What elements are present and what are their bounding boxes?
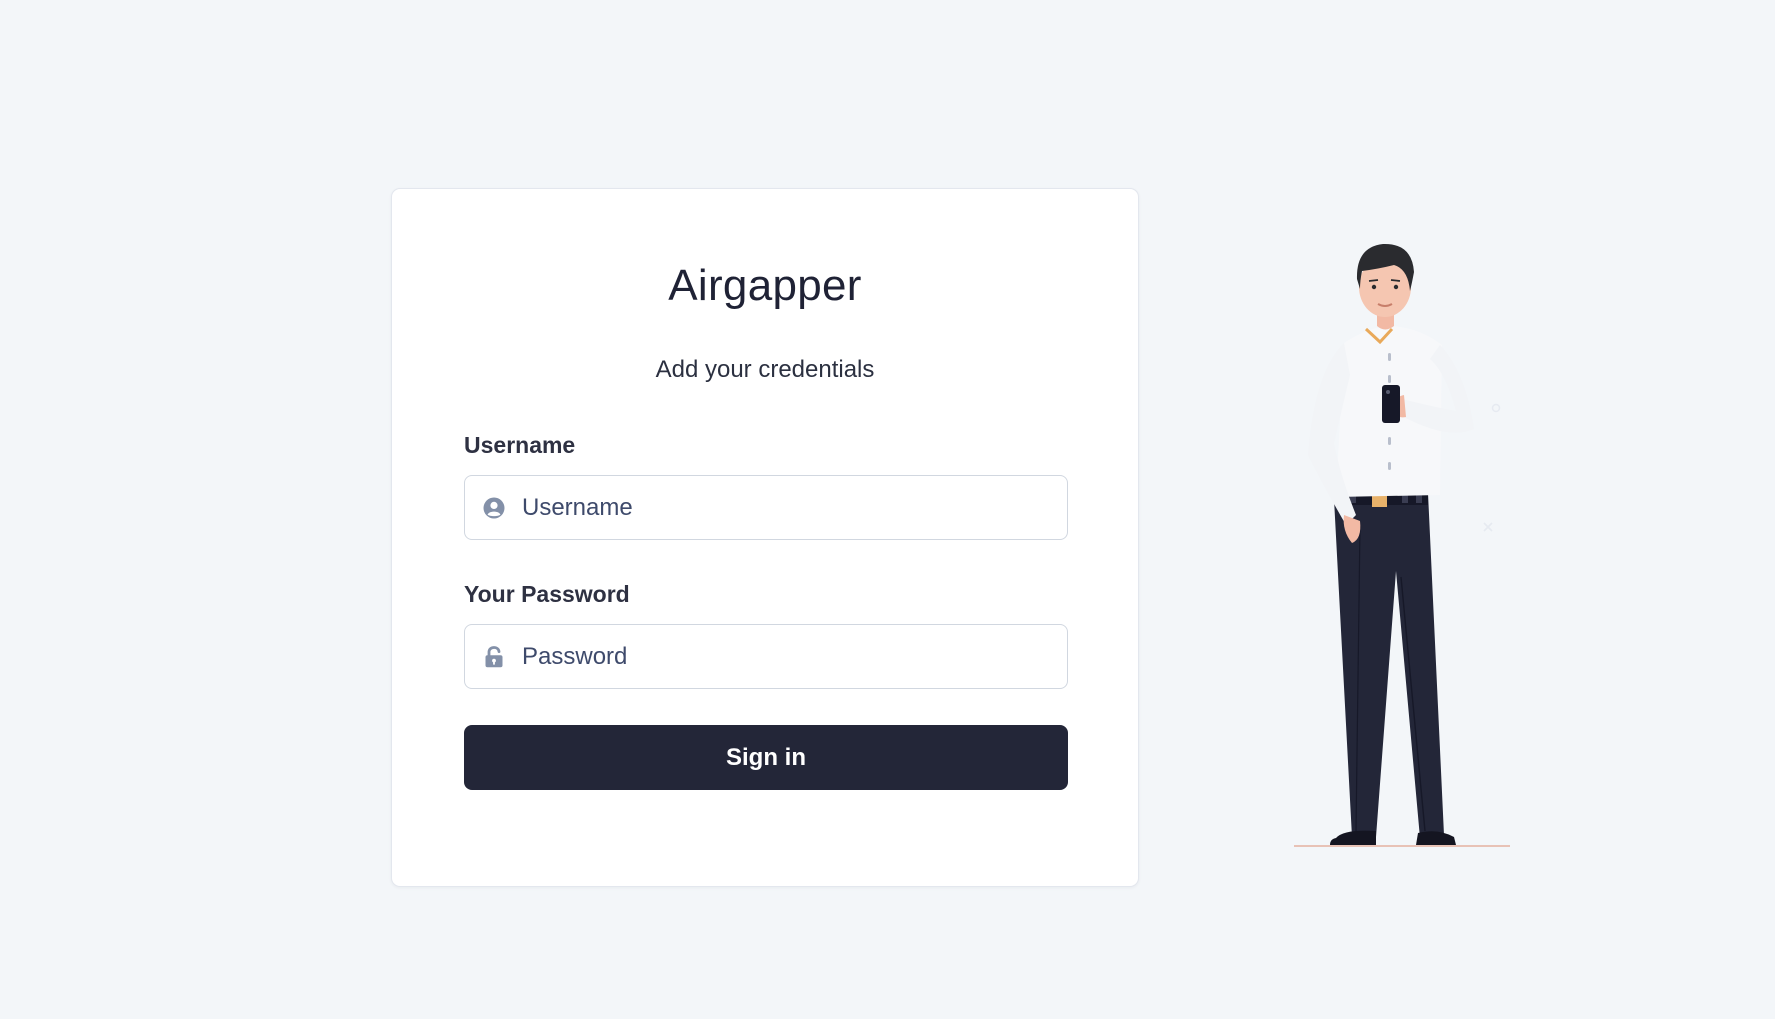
person-illustration: [1294, 243, 1510, 847]
sign-in-button[interactable]: Sign in: [464, 725, 1068, 790]
password-label: Your Password: [464, 581, 630, 607]
login-subtitle: Add your credentials: [655, 356, 875, 383]
username-input[interactable]: [522, 476, 1067, 539]
password-input[interactable]: [522, 625, 1067, 688]
user-circle-icon: [483, 497, 505, 519]
app-title: Airgapper: [668, 261, 862, 310]
login-card: Airgapper Add your credentials Username …: [391, 188, 1139, 887]
username-field: [464, 475, 1068, 540]
unlock-icon: [483, 645, 505, 668]
username-label: Username: [464, 432, 576, 458]
password-field: [464, 624, 1068, 689]
